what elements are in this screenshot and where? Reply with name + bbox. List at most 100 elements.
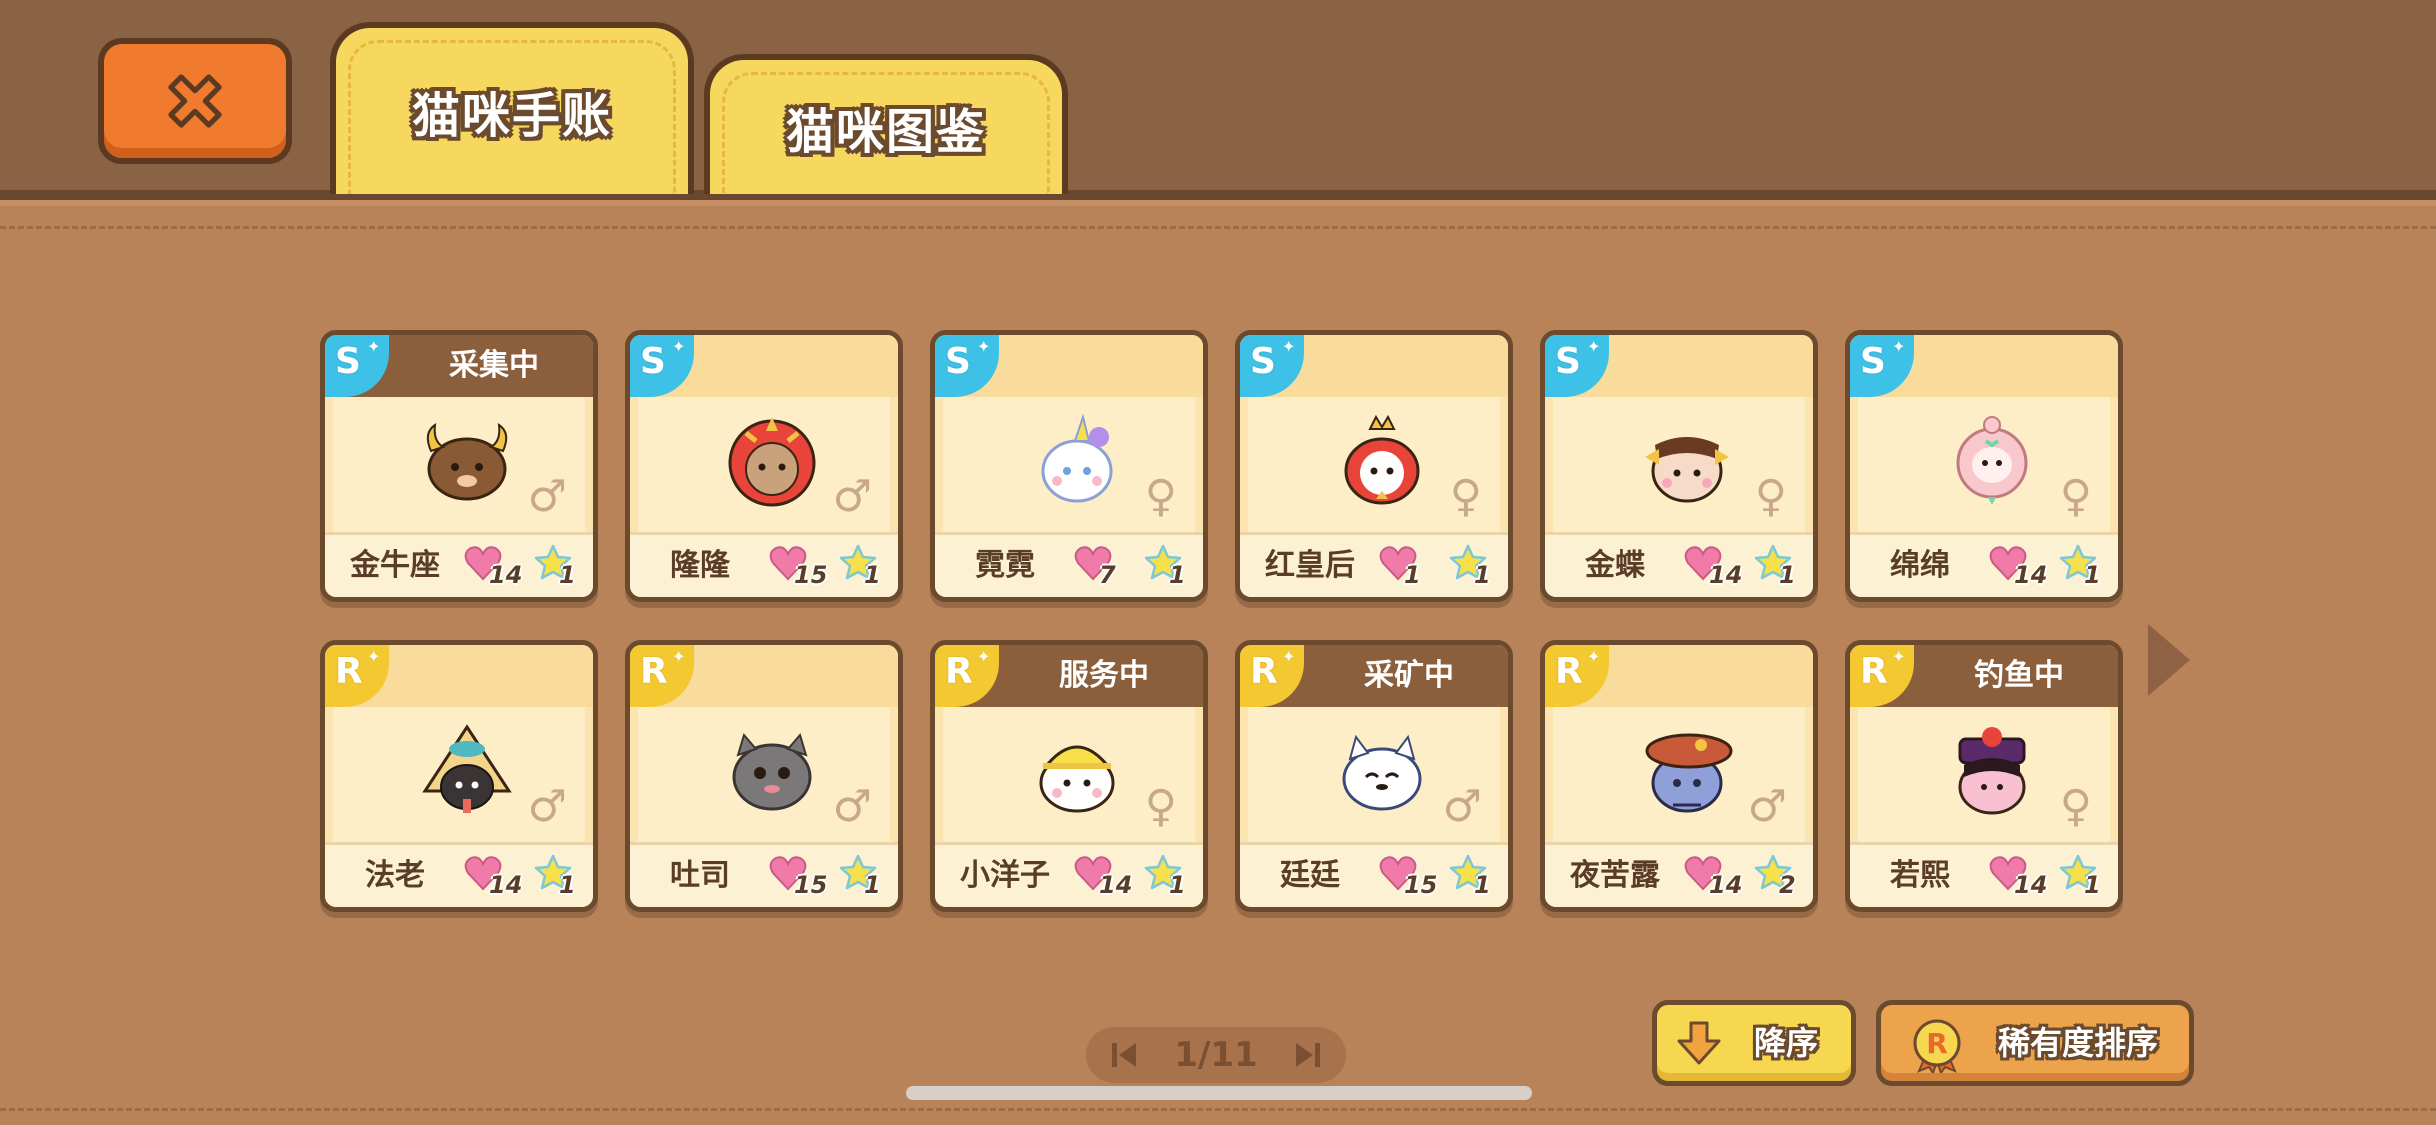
card-header: S ✦ [1545,335,1813,397]
cat-name: 廷廷 [1280,858,1340,893]
cat-card[interactable]: R ✦ 钓鱼中 ♀ 若熙 14 1 [1845,640,2123,912]
affection-value: 15 [794,871,828,899]
cat-name: 金牛座 [350,548,440,583]
cat-card[interactable]: R ✦ 采矿中 ♂ 廷廷 15 1 [1235,640,1513,912]
rarity-badge: R ✦ [630,645,694,707]
card-footer: 夜苦露 14 2 [1545,842,1813,907]
gender-icon: ♂ [832,781,872,832]
rarity-badge: R ✦ [935,645,999,707]
unicorn-cat-icon [1041,413,1113,503]
cat-card[interactable]: S ✦ 采集中 ♂ 金牛座 14 1 [320,330,598,602]
rarity-badge: S ✦ [630,335,694,397]
affection-value: 14 [489,561,523,589]
cat-card[interactable]: S ✦ ♀ 红皇后 1 1 [1235,330,1513,602]
status-label [395,645,593,707]
card-header: R ✦ 采矿中 [1240,645,1508,707]
cat-card[interactable]: R ✦ ♂ 夜苦露 14 2 [1540,640,1818,912]
gender-icon: ♂ [1747,781,1787,832]
sort-order-button[interactable]: 降序 [1652,1000,1856,1086]
next-page-arrow-icon[interactable] [2144,620,2194,700]
cat-name: 霓霓 [975,548,1035,583]
cat-card[interactable]: R ✦ 服务中 ♀ 小洋子 14 1 [930,640,1208,912]
sort-order-label: 降序 [1753,1024,1818,1062]
rarity-letter: S [640,341,666,382]
sparkle-icon: ✦ [977,337,991,356]
sparkle-icon: ✦ [672,647,686,666]
status-label [1310,335,1508,397]
affection-value: 14 [1709,871,1743,899]
tab-label: 猫咪图鉴 [785,104,986,160]
last-page-icon[interactable] [1292,1039,1324,1071]
card-footer: 金蝶 14 1 [1545,532,1813,597]
top-bar-highlight [0,200,2436,206]
page-indicator: 1/11 [1174,1035,1258,1075]
portrait-area: ♂ [325,707,593,847]
affection-value: 7 [1099,561,1116,589]
star-value: 1 [2084,871,2101,899]
close-button[interactable] [98,38,292,164]
rarity-letter: S [1860,341,1886,382]
close-x-icon [168,74,222,128]
cat-card[interactable]: S ✦ ♂ 隆隆 15 1 [625,330,903,602]
portrait-area: ♂ [1240,707,1508,847]
star-value: 1 [1474,871,1491,899]
card-header: S ✦ 采集中 [325,335,593,397]
star-value: 1 [864,561,881,589]
rarity-badge: R ✦ [1545,645,1609,707]
affection-value: 14 [1709,561,1743,589]
rarity-letter: R [1860,651,1888,692]
card-footer: 金牛座 14 1 [325,532,593,597]
portrait-area: ♂ [630,707,898,847]
sparkle-icon: ✦ [367,647,381,666]
rarity-letter: S [945,341,971,382]
cat-name: 绵绵 [1890,548,1950,583]
sparkle-icon: ✦ [1282,337,1296,356]
cat-card[interactable]: R ✦ ♂ 法老 14 1 [320,640,598,912]
status-label [1005,335,1203,397]
bull-cat-icon [426,422,508,501]
cat-card[interactable]: S ✦ ♀ 金蝶 14 1 [1540,330,1818,602]
star-value: 1 [2084,561,2101,589]
tab-label: 猫咪手账 [411,88,612,144]
rarity-letter: S [335,341,361,382]
rarity-sort-button[interactable]: R 稀有度排序 [1876,1000,2194,1086]
qing-lady-cat-icon [1958,727,2026,815]
cat-name: 法老 [365,858,425,893]
rarity-badge: S ✦ [1240,335,1304,397]
card-footer: 隆隆 15 1 [630,532,898,597]
rarity-letter: R [1250,651,1278,692]
hardhat-cat-icon [1039,745,1115,813]
cat-card[interactable]: S ✦ ♀ 绵绵 14 1 [1845,330,2123,602]
butterfly-cat-icon [1645,437,1729,503]
card-footer: 廷廷 15 1 [1240,842,1508,907]
status-label: 钓鱼中 [1974,658,2064,693]
card-footer: 霓霓 7 1 [935,532,1203,597]
first-page-icon[interactable] [1108,1039,1140,1071]
divider [0,226,2436,229]
cat-name: 夜苦露 [1570,858,1660,893]
rarity-letter: S [1555,341,1581,382]
cat-card[interactable]: S ✦ ♀ 霓霓 7 1 [930,330,1208,602]
status-label: 采矿中 [1364,658,1454,693]
rarity-medal-letter: R [1926,1027,1948,1060]
cat-card[interactable]: R ✦ ♂ 吐司 15 1 [625,640,903,912]
gender-icon: ♀ [1144,781,1177,832]
rarity-badge: R ✦ [1240,645,1304,707]
card-header: R ✦ [630,645,898,707]
gender-icon: ♀ [1754,471,1787,522]
tab-cat-journal[interactable]: 猫咪手账 [330,22,694,194]
cat-name: 若熙 [1890,858,1950,893]
tab-cat-catalog[interactable]: 猫咪图鉴 [704,54,1068,194]
card-header: R ✦ [1545,645,1813,707]
card-footer: 法老 14 1 [325,842,593,907]
star-value: 1 [1169,561,1186,589]
card-footer: 红皇后 1 1 [1240,532,1508,597]
portrait-area: ♂ [325,397,593,537]
card-header: R ✦ 服务中 [935,645,1203,707]
gender-icon: ♀ [2059,471,2092,522]
card-header: S ✦ [935,335,1203,397]
portrait-area: ♂ [1545,707,1813,847]
rarity-medal-icon: R [1913,1019,1961,1073]
star-value: 1 [1169,871,1186,899]
portrait-area: ♀ [1240,397,1508,537]
